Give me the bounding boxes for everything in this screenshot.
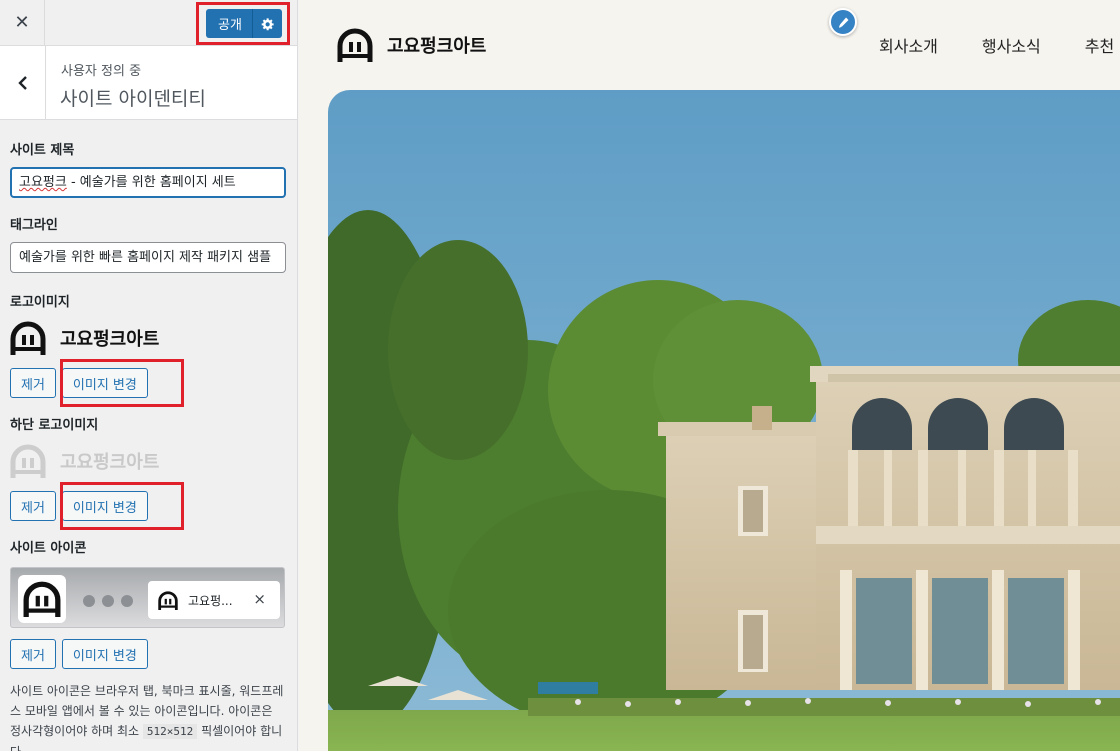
chevron-left-icon	[17, 75, 27, 90]
customizer-sidebar: ✕ 공개 사용자 정의 중 사이트 아이덴티티 사이트 제목 고요펑크 - 예술…	[0, 0, 298, 751]
breadcrumb: 사용자 정의 중	[61, 64, 142, 79]
publish-label: 공개	[218, 18, 242, 33]
tagline-input[interactable]: 예술가를 위한 빠른 홈페이지 제작 패키지 샘플	[10, 242, 286, 273]
footer-logo-preview: 고요펑크아트	[10, 443, 285, 479]
tab-favicon-icon	[158, 590, 178, 610]
site-icon-mark-icon	[23, 581, 61, 617]
browser-tab-preview: 고요펑... ×	[148, 581, 280, 619]
publish-button[interactable]: 공개	[206, 9, 282, 38]
preview-logo[interactable]: 고요펑크아트	[337, 28, 486, 62]
gear-icon[interactable]	[253, 17, 282, 31]
customizer-header: ✕ 공개	[0, 0, 297, 46]
logo-label: 로고이미지	[10, 295, 70, 310]
logo-text: 고요펑크아트	[60, 329, 160, 350]
nav-item-events[interactable]: 행사소식	[982, 33, 1041, 57]
footer-logo-remove-button[interactable]: 제거	[10, 491, 56, 521]
site-preview: 고요펑크아트 회사소개 행사소식 추천	[299, 0, 1120, 751]
site-icon-preview: 고요펑... ×	[10, 567, 285, 628]
edit-shortcut-button[interactable]	[829, 8, 857, 36]
preview-header: 고요펑크아트 회사소개 행사소식 추천	[299, 0, 1120, 90]
tab-title: 고요펑...	[188, 593, 233, 608]
site-icon-label: 사이트 아이콘	[10, 541, 87, 556]
logo-mark-icon	[10, 321, 46, 355]
pencil-icon	[838, 16, 849, 28]
logo-change-button[interactable]: 이미지 변경	[61, 368, 148, 398]
close-customizer-button[interactable]: ✕	[0, 0, 45, 45]
preview-brand-text: 고요펑크아트	[387, 36, 487, 57]
hero-image	[328, 90, 1120, 751]
back-button[interactable]	[0, 46, 46, 119]
preview-nav: 회사소개 행사소식 추천	[879, 33, 1114, 57]
site-icon-change-button[interactable]: 이미지 변경	[61, 639, 148, 669]
villa-photo	[328, 90, 1120, 751]
tab-close-icon: ×	[253, 590, 266, 608]
section-header: 사용자 정의 중 사이트 아이덴티티	[0, 46, 297, 120]
footer-logo-mark-icon	[10, 444, 46, 478]
site-icon-remove-button[interactable]: 제거	[10, 639, 56, 669]
logo-remove-button[interactable]: 제거	[10, 368, 56, 398]
footer-logo-change-button[interactable]: 이미지 변경	[61, 491, 148, 521]
site-title-input[interactable]: 고요펑크 - 예술가를 위한 홈페이지 세트	[10, 167, 286, 198]
footer-logo-label: 하단 로고이미지	[10, 418, 99, 433]
nav-item-recommend[interactable]: 추천	[1085, 33, 1114, 57]
close-icon: ✕	[14, 12, 30, 33]
section-title: 사이트 아이덴티티	[60, 88, 206, 110]
logo-preview: 고요펑크아트	[10, 320, 285, 356]
browser-dots-icon	[83, 595, 133, 607]
site-title-label: 사이트 제목	[10, 143, 75, 158]
preview-logo-mark-icon	[337, 28, 373, 62]
site-icon-app-preview	[18, 575, 66, 623]
footer-logo-text: 고요펑크아트	[60, 452, 160, 473]
tagline-label: 태그라인	[10, 218, 58, 233]
site-icon-description: 사이트 아이콘은 브라우저 탭, 북마크 표시줄, 워드프레스 모바일 앱에서 …	[10, 684, 284, 751]
nav-item-about[interactable]: 회사소개	[879, 33, 938, 57]
